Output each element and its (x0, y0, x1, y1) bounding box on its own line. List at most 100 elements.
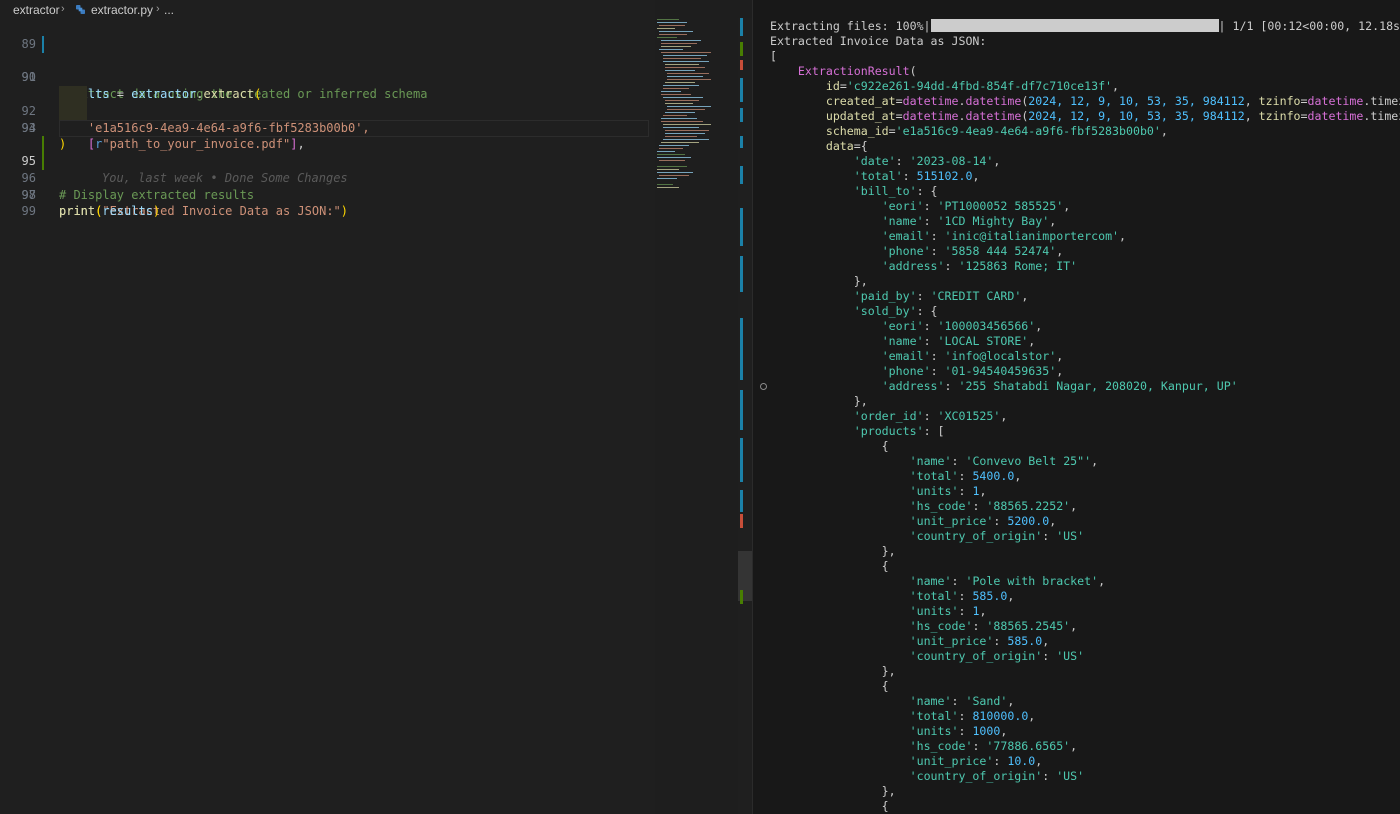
code-line[interactable]: 90 # extract data using the created or i… (0, 35, 655, 101)
scrollbar-change-marker (740, 108, 743, 122)
output-line: }, (770, 544, 896, 558)
code-text: print(results) (59, 204, 161, 219)
field-value: 'US' (1056, 649, 1085, 663)
field-value: '100003456566' (937, 319, 1036, 333)
output-line: 'unit_price': 10.0, (909, 754, 1043, 768)
field-value: 585.0 (972, 589, 1008, 603)
code-line[interactable]: 94 ) (0, 103, 655, 152)
output-line: 'email': 'info@localstor', (881, 349, 1064, 363)
field-value: '01-94540459635' (944, 364, 1057, 378)
output-line: 'paid_by': 'CREDIT CARD', (853, 289, 1029, 303)
result-id: 'c922e261-94dd-4fbd-854f-df7c710ce13f' (846, 79, 1113, 93)
scrollbar-change-marker (740, 590, 743, 604)
code-line[interactable]: 92 'e1a516c9-4ea9-4e64-a9f6-fbf5283b00b0… (0, 69, 655, 135)
output-line: 'products': [ (853, 424, 945, 438)
output-line: 'eori': 'PT1000052 585525', (881, 199, 1071, 213)
editor-scrollbar[interactable] (738, 18, 752, 814)
output-line: 'name': 'Sand', (909, 694, 1015, 708)
output-line: 'units': 1, (909, 604, 987, 618)
field-value: 'US' (1056, 769, 1085, 783)
breadcrumb-ellipsis[interactable]: ... (164, 3, 174, 17)
output-line: 'units': 1000, (909, 724, 1008, 738)
output-line: 'country_of_origin': 'US' (909, 649, 1085, 663)
code-line[interactable]: 89 (0, 19, 655, 51)
output-line: id='c922e261-94dd-4fbd-854f-df7c710ce13f… (825, 79, 1120, 93)
output-line: 'date': '2023-08-14', (853, 154, 1001, 168)
scrollbar-change-marker (740, 78, 743, 102)
output-line: 'eori': '100003456566', (881, 319, 1043, 333)
field-value: 5400.0 (972, 469, 1015, 483)
code-line[interactable]: 99 (0, 187, 655, 218)
scrollbar-change-marker (740, 256, 743, 292)
output-line: 'email': 'inic@italianimportercom', (881, 229, 1127, 243)
terminal-output: Extracting files: 100%| | 1/1 [00:12<00:0… (770, 19, 1400, 814)
field-value: 'Sand' (965, 694, 1008, 708)
field-value: 'Pole with bracket' (965, 574, 1099, 588)
output-line: ExtractionResult( (797, 64, 917, 78)
output-line: { (770, 439, 889, 453)
field-value: 'XC01525' (937, 409, 1001, 423)
output-line: 'units': 1, (909, 484, 987, 498)
output-line: 'total': 810000.0, (909, 709, 1036, 723)
code-line-current[interactable]: 95 You, last week • Done Some Changes (0, 119, 655, 185)
field-value: 585.0 (1007, 634, 1043, 648)
code-editor[interactable]: extractor › extractor.py › ... 89 90 # e… (0, 0, 655, 814)
scrollbar-change-marker (740, 438, 743, 482)
field-value: 10.0 (1007, 754, 1036, 768)
output-line: 'name': 'LOCAL STORE', (881, 334, 1036, 348)
field-value: 'LOCAL STORE' (937, 334, 1029, 348)
field-value: 'info@localstor' (944, 349, 1057, 363)
terminal-panel[interactable]: Extracting files: 100%| | 1/1 [00:12<00:0… (753, 0, 1400, 814)
output-line: 'sold_by': { (853, 304, 938, 318)
field-value: '125863 Rome; IT' (958, 259, 1078, 273)
output-line: 'total': 515102.0, (853, 169, 980, 183)
output-line: 'bill_to': { (853, 184, 938, 198)
schema-id-value: 'e1a516c9-4ea9-4e64-a9f6-fbf5283b00b0' (895, 124, 1161, 138)
breadcrumb-folder[interactable]: extractor (13, 3, 60, 17)
scrollbar-change-marker (740, 18, 743, 36)
output-line: }, (770, 274, 868, 288)
code-line[interactable]: 91 results = extractor.extract( (0, 53, 655, 101)
current-line-highlight (59, 119, 649, 137)
breadcrumb: extractor › extractor.py › ... (0, 0, 655, 20)
output-line: 'name': '1CD Mighty Bay', (881, 214, 1057, 228)
field-value: '88565.2545' (986, 619, 1071, 633)
output-line: }, (770, 664, 896, 678)
scrollbar-change-marker (740, 136, 743, 148)
output-header: Extracted Invoice Data as JSON: (770, 34, 987, 48)
field-value: 'inic@italianimportercom' (944, 229, 1120, 243)
output-line: 'hs_code': '88565.2252', (909, 499, 1078, 513)
output-line: updated_at=datetime.datetime(2024, 12, 9… (825, 109, 1400, 123)
gutter-modified-marker[interactable] (42, 35, 44, 53)
scrollbar-change-marker (740, 166, 743, 184)
output-line: 'unit_price': 585.0, (909, 634, 1050, 648)
progress-line: Extracting files: 100%| | 1/1 [00:12<00:0… (770, 19, 1400, 34)
field-value: 1 (972, 484, 980, 498)
output-line: schema_id='e1a516c9-4ea9-4e64-a9f6-fbf52… (825, 124, 1168, 138)
scrollbar-change-marker (740, 60, 743, 70)
output-bracket: [ (770, 49, 777, 63)
minimap[interactable] (655, 18, 737, 208)
scrollbar-change-marker (740, 490, 743, 512)
code-line[interactable]: 98 print(results) (0, 170, 655, 219)
output-line: 'total': 585.0, (909, 589, 1015, 603)
gutter-added-marker[interactable] (42, 153, 44, 170)
code-line[interactable]: 93 [r"path_to_your_invoice.pdf"], (0, 86, 655, 151)
field-value: '255 Shatabdi Nagar, 208020, Kanpur, UP' (958, 379, 1238, 393)
breadcrumb-file[interactable]: extractor.py (91, 3, 153, 17)
code-line[interactable]: 97 print("Extracted Invoice Data as JSON… (0, 153, 655, 218)
code-lines[interactable]: 89 90 # extract data using the created o… (0, 19, 655, 219)
field-value: 5200.0 (1007, 514, 1050, 528)
progress-bar (930, 19, 1219, 32)
code-line[interactable]: 96 # Display extracted results (0, 136, 655, 202)
scrollbar-change-marker (740, 390, 743, 430)
scrollbar-change-marker (740, 208, 743, 246)
field-value: '5858 444 52474' (944, 244, 1057, 258)
field-value: 1000 (972, 724, 1001, 738)
field-value: 'CREDIT CARD' (930, 289, 1022, 303)
field-value: '77886.6565' (986, 739, 1071, 753)
gutter-added-marker[interactable] (42, 136, 44, 153)
field-value: 'Convevo Belt 25"' (965, 454, 1092, 468)
terminal-decoration-circle-icon[interactable] (760, 383, 767, 390)
progress-stats: | 1/1 [00:12<00:00, 12.18s/it] (1218, 19, 1400, 33)
